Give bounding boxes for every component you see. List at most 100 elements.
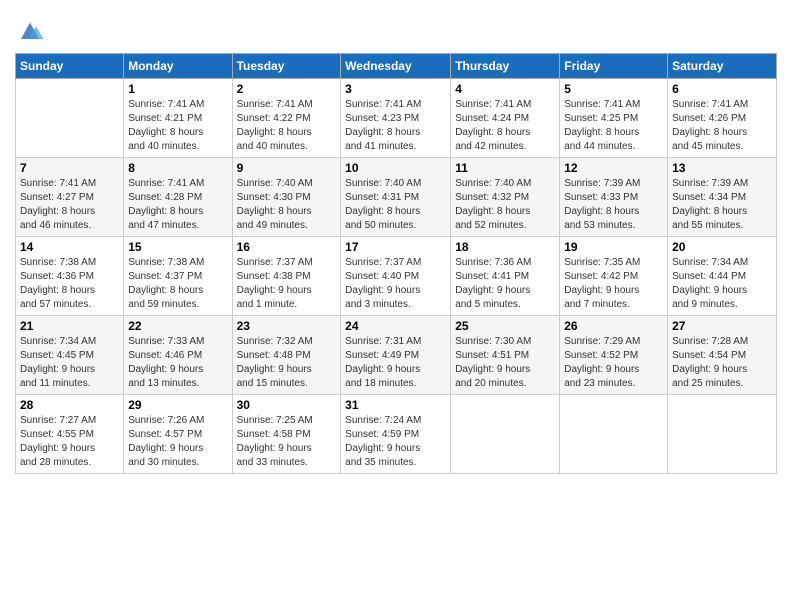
day-info: Sunrise: 7:24 AMSunset: 4:59 PMDaylight:… (345, 414, 446, 470)
calendar-cell: 7Sunrise: 7:41 AMSunset: 4:27 PMDaylight… (16, 158, 124, 237)
calendar-cell: 20Sunrise: 7:34 AMSunset: 4:44 PMDayligh… (668, 237, 777, 316)
day-info: Sunrise: 7:41 AMSunset: 4:28 PMDaylight:… (128, 177, 227, 233)
calendar-cell: 22Sunrise: 7:33 AMSunset: 4:46 PMDayligh… (124, 316, 232, 395)
page-header (15, 10, 777, 45)
day-number: 16 (237, 240, 337, 254)
calendar-cell: 21Sunrise: 7:34 AMSunset: 4:45 PMDayligh… (16, 316, 124, 395)
calendar-cell: 29 Sunrise: 7:26 AMSunset: 4:57 PMDayligh… (124, 395, 232, 474)
calendar-cell: 19Sunrise: 7:35 AMSunset: 4:42 PMDayligh… (560, 237, 668, 316)
logo (15, 15, 47, 45)
day-info: Sunrise: 7:36 AMSunset: 4:41 PMDaylight:… (455, 256, 555, 312)
calendar-cell: 27 Sunrise: 7:28 AMSunset: 4:54 PMDayligh… (668, 316, 777, 395)
day-info: Sunrise: 7:41 AMSunset: 4:24 PMDaylight:… (455, 98, 555, 154)
day-number: 23 (237, 319, 337, 333)
day-info: Sunrise: 7:41 AMSunset: 4:25 PMDaylight:… (564, 98, 663, 154)
day-number: 3 (345, 82, 446, 96)
day-number: 9 (237, 161, 337, 175)
calendar-cell: 11 Sunrise: 7:40 AMSunset: 4:32 PMDayligh… (451, 158, 560, 237)
calendar-cell: 10 Sunrise: 7:40 AMSunset: 4:31 PMDayligh… (341, 158, 451, 237)
day-info: Sunrise: 7:37 AMSunset: 4:38 PMDaylight:… (237, 256, 337, 312)
day-number: 12 (564, 161, 663, 175)
day-info: Sunrise: 7:40 AMSunset: 4:32 PMDaylight:… (455, 177, 555, 233)
calendar-cell: 24 Sunrise: 7:31 AMSunset: 4:49 PMDayligh… (341, 316, 451, 395)
calendar-cell: 18 Sunrise: 7:36 AMSunset: 4:41 PMDayligh… (451, 237, 560, 316)
week-row-2: 7Sunrise: 7:41 AMSunset: 4:27 PMDaylight… (16, 158, 777, 237)
header-tuesday: Tuesday (232, 54, 341, 79)
day-info: Sunrise: 7:27 AMSunset: 4:55 PMDaylight:… (20, 414, 119, 470)
calendar-cell: 9 Sunrise: 7:40 AMSunset: 4:30 PMDaylight… (232, 158, 341, 237)
calendar-cell: 28 Sunrise: 7:27 AMSunset: 4:55 PMDayligh… (16, 395, 124, 474)
header-monday: Monday (124, 54, 232, 79)
week-row-1: 1 Sunrise: 7:41 AMSunset: 4:21 PMDaylight… (16, 79, 777, 158)
calendar-cell (451, 395, 560, 474)
calendar-cell: 3Sunrise: 7:41 AMSunset: 4:23 PMDaylight… (341, 79, 451, 158)
day-info: Sunrise: 7:34 AMSunset: 4:44 PMDaylight:… (672, 256, 772, 312)
day-number: 13 (672, 161, 772, 175)
day-info: Sunrise: 7:37 AMSunset: 4:40 PMDaylight:… (345, 256, 446, 312)
day-number: 14 (20, 240, 119, 254)
day-info: Sunrise: 7:40 AMSunset: 4:30 PMDaylight:… (237, 177, 337, 233)
day-number: 25 (455, 319, 555, 333)
day-info: Sunrise: 7:29 AMSunset: 4:52 PMDaylight:… (564, 335, 663, 391)
day-info: Sunrise: 7:40 AMSunset: 4:31 PMDaylight:… (345, 177, 446, 233)
day-info: Sunrise: 7:41 AMSunset: 4:21 PMDaylight:… (128, 98, 227, 154)
day-number: 17 (345, 240, 446, 254)
day-number: 19 (564, 240, 663, 254)
day-info: Sunrise: 7:31 AMSunset: 4:49 PMDaylight:… (345, 335, 446, 391)
day-number: 5 (564, 82, 663, 96)
header-wednesday: Wednesday (341, 54, 451, 79)
day-number: 6 (672, 82, 772, 96)
day-info: Sunrise: 7:26 AMSunset: 4:57 PMDaylight:… (128, 414, 227, 470)
logo-icon (15, 15, 45, 45)
calendar-cell (668, 395, 777, 474)
day-number: 31 (345, 398, 446, 412)
calendar-cell (560, 395, 668, 474)
day-number: 29 (128, 398, 227, 412)
day-number: 21 (20, 319, 119, 333)
day-number: 4 (455, 82, 555, 96)
day-info: Sunrise: 7:39 AMSunset: 4:34 PMDaylight:… (672, 177, 772, 233)
day-number: 10 (345, 161, 446, 175)
day-info: Sunrise: 7:32 AMSunset: 4:48 PMDaylight:… (237, 335, 337, 391)
calendar-cell: 8 Sunrise: 7:41 AMSunset: 4:28 PMDaylight… (124, 158, 232, 237)
day-number: 28 (20, 398, 119, 412)
calendar-cell: 25 Sunrise: 7:30 AMSunset: 4:51 PMDayligh… (451, 316, 560, 395)
day-number: 18 (455, 240, 555, 254)
day-info: Sunrise: 7:25 AMSunset: 4:58 PMDaylight:… (237, 414, 337, 470)
day-info: Sunrise: 7:38 AMSunset: 4:36 PMDaylight:… (20, 256, 119, 312)
day-number: 1 (128, 82, 227, 96)
day-number: 2 (237, 82, 337, 96)
calendar-cell: 4 Sunrise: 7:41 AMSunset: 4:24 PMDaylight… (451, 79, 560, 158)
day-number: 30 (237, 398, 337, 412)
header-saturday: Saturday (668, 54, 777, 79)
day-info: Sunrise: 7:41 AMSunset: 4:26 PMDaylight:… (672, 98, 772, 154)
header-thursday: Thursday (451, 54, 560, 79)
day-number: 24 (345, 319, 446, 333)
calendar-cell: 23 Sunrise: 7:32 AMSunset: 4:48 PMDayligh… (232, 316, 341, 395)
calendar-cell: 13 Sunrise: 7:39 AMSunset: 4:34 PMDayligh… (668, 158, 777, 237)
header-friday: Friday (560, 54, 668, 79)
calendar-cell: 30 Sunrise: 7:25 AMSunset: 4:58 PMDayligh… (232, 395, 341, 474)
day-number: 27 (672, 319, 772, 333)
day-number: 7 (20, 161, 119, 175)
calendar-cell: 26 Sunrise: 7:29 AMSunset: 4:52 PMDayligh… (560, 316, 668, 395)
day-info: Sunrise: 7:41 AMSunset: 4:22 PMDaylight:… (237, 98, 337, 154)
calendar-cell: 14 Sunrise: 7:38 AMSunset: 4:36 PMDayligh… (16, 237, 124, 316)
day-number: 8 (128, 161, 227, 175)
day-number: 26 (564, 319, 663, 333)
calendar-cell: 17 Sunrise: 7:37 AMSunset: 4:40 PMDayligh… (341, 237, 451, 316)
header-sunday: Sunday (16, 54, 124, 79)
page-container: SundayMondayTuesdayWednesdayThursdayFrid… (0, 0, 792, 484)
calendar-cell: 15Sunrise: 7:38 AMSunset: 4:37 PMDayligh… (124, 237, 232, 316)
calendar-cell: 1 Sunrise: 7:41 AMSunset: 4:21 PMDaylight… (124, 79, 232, 158)
day-info: Sunrise: 7:30 AMSunset: 4:51 PMDaylight:… (455, 335, 555, 391)
week-row-5: 28 Sunrise: 7:27 AMSunset: 4:55 PMDayligh… (16, 395, 777, 474)
calendar-cell: 31 Sunrise: 7:24 AMSunset: 4:59 PMDayligh… (341, 395, 451, 474)
day-number: 15 (128, 240, 227, 254)
day-info: Sunrise: 7:33 AMSunset: 4:46 PMDaylight:… (128, 335, 227, 391)
calendar-cell (16, 79, 124, 158)
day-number: 11 (455, 161, 555, 175)
calendar-cell: 2 Sunrise: 7:41 AMSunset: 4:22 PMDaylight… (232, 79, 341, 158)
day-info: Sunrise: 7:28 AMSunset: 4:54 PMDaylight:… (672, 335, 772, 391)
calendar-header-row: SundayMondayTuesdayWednesdayThursdayFrid… (16, 54, 777, 79)
